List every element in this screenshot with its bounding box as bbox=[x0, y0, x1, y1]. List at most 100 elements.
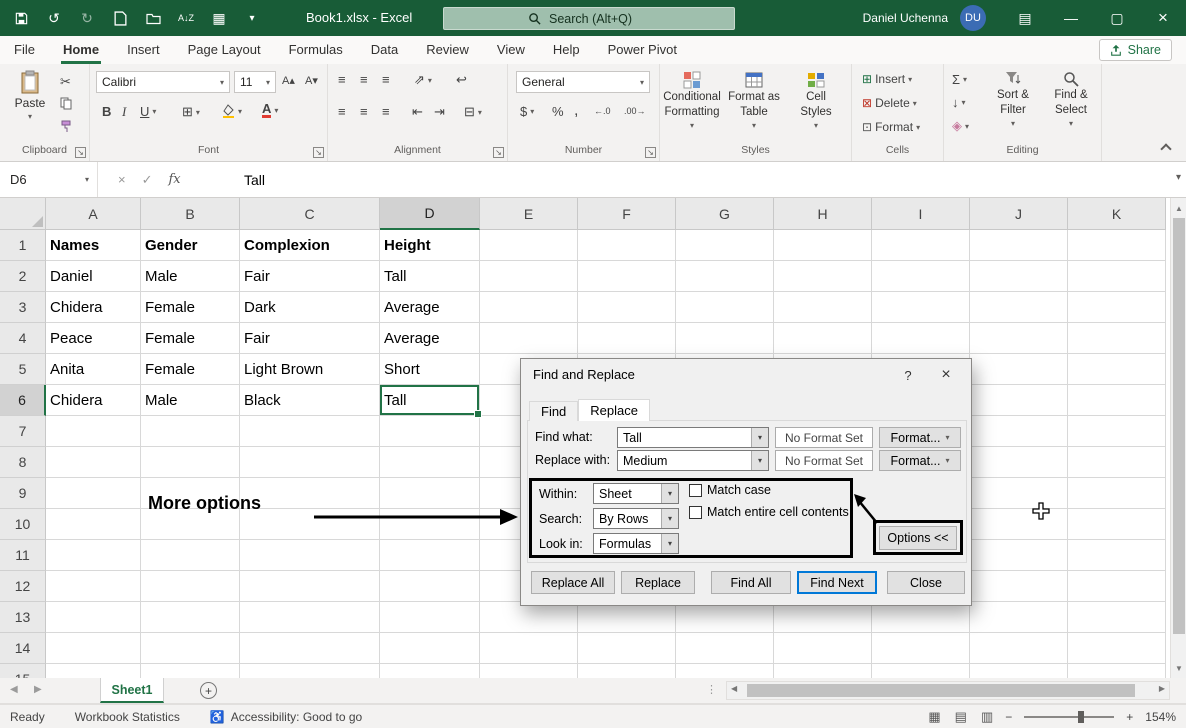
italic-button[interactable]: I bbox=[122, 104, 126, 120]
dialog-tab-find[interactable]: Find bbox=[529, 401, 578, 421]
cell-K7[interactable] bbox=[1068, 416, 1166, 447]
cell-D9[interactable] bbox=[380, 478, 480, 509]
horizontal-scrollbar-thumb[interactable] bbox=[747, 684, 1135, 697]
cell-D5[interactable]: Short bbox=[380, 354, 480, 385]
ribbon-tab-data[interactable]: Data bbox=[357, 36, 412, 64]
number-format-combobox[interactable]: General▾ bbox=[516, 71, 650, 93]
merge-center-button[interactable]: ⊟▾ bbox=[464, 104, 482, 120]
sort-filter-button[interactable]: Sort & Filter ▾ bbox=[986, 67, 1040, 143]
shrink-font-button[interactable]: A▾ bbox=[305, 74, 318, 87]
open-folder-icon[interactable] bbox=[144, 8, 162, 28]
row-header-14[interactable]: 14 bbox=[0, 633, 46, 664]
ribbon-tab-file[interactable]: File bbox=[0, 36, 49, 64]
decrease-indent-button[interactable]: ⇤ bbox=[412, 104, 423, 120]
close-button[interactable]: × bbox=[1140, 0, 1186, 36]
borders-button[interactable]: ⊞▾ bbox=[182, 104, 200, 120]
cell-G2[interactable] bbox=[676, 261, 774, 292]
cell-D1[interactable]: Height bbox=[380, 230, 480, 261]
cell-B14[interactable] bbox=[141, 633, 240, 664]
cell-J14[interactable] bbox=[970, 633, 1068, 664]
qat-more-icon[interactable]: ▾ bbox=[243, 8, 261, 28]
dialog-help-button[interactable]: ? bbox=[893, 363, 923, 387]
number-dialog-launcher[interactable]: ↘ bbox=[645, 147, 656, 158]
ribbon-tab-home[interactable]: Home bbox=[49, 36, 113, 64]
column-header-E[interactable]: E bbox=[480, 198, 578, 230]
name-box[interactable]: D6 ▾ bbox=[0, 162, 98, 197]
cell-E4[interactable] bbox=[480, 323, 578, 354]
cell-D8[interactable] bbox=[380, 447, 480, 478]
increase-decimal-button[interactable]: ←.0 bbox=[594, 106, 611, 116]
cell-C8[interactable] bbox=[240, 447, 380, 478]
column-header-B[interactable]: B bbox=[141, 198, 240, 230]
cell-K9[interactable] bbox=[1068, 478, 1166, 509]
find-next-button[interactable]: Find Next bbox=[797, 571, 877, 594]
cell-F1[interactable] bbox=[578, 230, 676, 261]
ribbon-tab-review[interactable]: Review bbox=[412, 36, 483, 64]
cell-K11[interactable] bbox=[1068, 540, 1166, 571]
cell-K5[interactable] bbox=[1068, 354, 1166, 385]
options-button[interactable]: Options << bbox=[879, 526, 957, 550]
row-header-6[interactable]: 6 bbox=[0, 385, 46, 416]
cell-A9[interactable] bbox=[46, 478, 141, 509]
cell-B2[interactable]: Male bbox=[141, 261, 240, 292]
find-what-input[interactable]: Tall ▾ bbox=[617, 427, 769, 448]
cell-A14[interactable] bbox=[46, 633, 141, 664]
column-header-J[interactable]: J bbox=[970, 198, 1068, 230]
align-bottom-button[interactable]: ≡ bbox=[382, 72, 390, 87]
align-top-button[interactable]: ≡ bbox=[338, 72, 346, 87]
cell-B12[interactable] bbox=[141, 571, 240, 602]
dropdown-icon[interactable]: ▾ bbox=[751, 451, 768, 470]
cell-I3[interactable] bbox=[872, 292, 970, 323]
cell-G1[interactable] bbox=[676, 230, 774, 261]
row-header-13[interactable]: 13 bbox=[0, 602, 46, 633]
cell-A2[interactable]: Daniel bbox=[46, 261, 141, 292]
cell-E15[interactable] bbox=[480, 664, 578, 678]
cell-D2[interactable]: Tall bbox=[380, 261, 480, 292]
format-cells-button[interactable]: ⊡ Format ▾ bbox=[862, 120, 920, 134]
column-header-A[interactable]: A bbox=[46, 198, 141, 230]
cell-J8[interactable] bbox=[970, 447, 1068, 478]
cell-J6[interactable] bbox=[970, 385, 1068, 416]
save-icon[interactable] bbox=[12, 8, 30, 28]
cell-B15[interactable] bbox=[141, 664, 240, 678]
align-center-button[interactable]: ≡ bbox=[360, 104, 368, 119]
delete-cells-button[interactable]: ⊠ Delete ▾ bbox=[862, 96, 917, 110]
cell-K1[interactable] bbox=[1068, 230, 1166, 261]
cell-J1[interactable] bbox=[970, 230, 1068, 261]
zoom-slider[interactable] bbox=[1024, 710, 1114, 724]
cell-C3[interactable]: Dark bbox=[240, 292, 380, 323]
cell-J2[interactable] bbox=[970, 261, 1068, 292]
format-painter-button[interactable] bbox=[60, 120, 72, 133]
orientation-button[interactable]: ⇗▾ bbox=[414, 72, 432, 88]
align-left-button[interactable]: ≡ bbox=[338, 104, 346, 119]
cell-B11[interactable] bbox=[141, 540, 240, 571]
fill-button[interactable]: ↓▾ bbox=[952, 95, 966, 110]
scroll-left-icon[interactable]: ◀ bbox=[731, 684, 737, 693]
zoom-slider-thumb[interactable] bbox=[1078, 711, 1084, 723]
cell-A12[interactable] bbox=[46, 571, 141, 602]
scroll-right-icon[interactable]: ▶ bbox=[1159, 684, 1165, 693]
sheet-nav-left-icon[interactable]: ◀ bbox=[10, 684, 18, 695]
column-header-F[interactable]: F bbox=[578, 198, 676, 230]
cell-C6[interactable]: Black bbox=[240, 385, 380, 416]
cell-H15[interactable] bbox=[774, 664, 872, 678]
cell-J12[interactable] bbox=[970, 571, 1068, 602]
sheet-tab-sheet1[interactable]: Sheet1 bbox=[100, 678, 164, 703]
accounting-format-button[interactable]: $▾ bbox=[520, 104, 534, 119]
cell-I14[interactable] bbox=[872, 633, 970, 664]
row-header-4[interactable]: 4 bbox=[0, 323, 46, 354]
underline-button[interactable]: U▾ bbox=[140, 104, 156, 119]
cell-F14[interactable] bbox=[578, 633, 676, 664]
column-header-K[interactable]: K bbox=[1068, 198, 1166, 230]
avatar[interactable]: DU bbox=[960, 5, 986, 31]
wrap-text-button[interactable]: ↩ bbox=[456, 72, 467, 88]
vertical-scrollbar-thumb[interactable] bbox=[1173, 218, 1185, 634]
align-right-button[interactable]: ≡ bbox=[382, 104, 390, 119]
clear-button[interactable]: ◈▾ bbox=[952, 118, 969, 134]
dropdown-icon[interactable]: ▾ bbox=[661, 484, 678, 503]
cell-H13[interactable] bbox=[774, 602, 872, 633]
copy-button[interactable] bbox=[60, 97, 72, 110]
cell-K13[interactable] bbox=[1068, 602, 1166, 633]
cell-C4[interactable]: Fair bbox=[240, 323, 380, 354]
cell-D3[interactable]: Average bbox=[380, 292, 480, 323]
